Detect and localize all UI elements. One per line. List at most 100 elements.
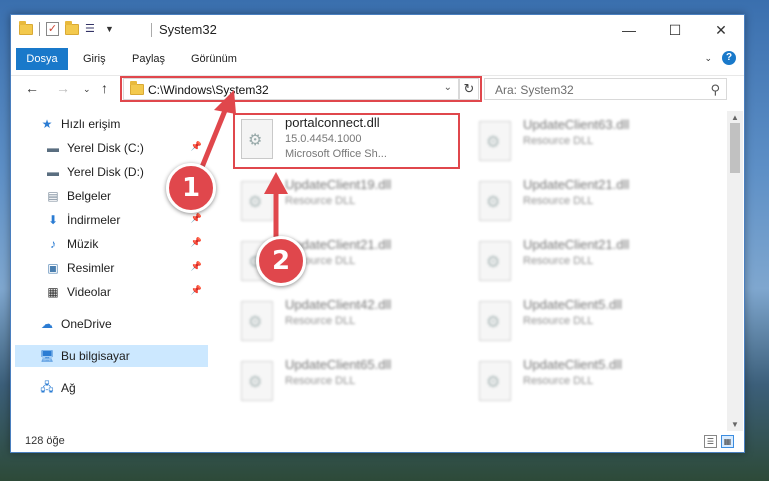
file-item[interactable]: UpdateClient21.dll Resource DLL <box>473 235 703 287</box>
pin-icon[interactable]: 📌 <box>191 237 202 248</box>
nav-item-network[interactable]: 🖧 Ağ <box>39 377 208 399</box>
list-properties-icon[interactable]: ☰ <box>85 23 99 35</box>
nav-item-label: Müzik <box>67 237 99 251</box>
documents-icon: ▤ <box>47 189 59 203</box>
callout-step-1: 1 <box>166 163 216 213</box>
nav-item-label: Yerel Disk (D:) <box>67 165 144 179</box>
dll-file-icon <box>479 301 511 341</box>
cloud-icon: ☁ <box>41 317 53 331</box>
vertical-scrollbar[interactable]: ▲ ▼ <box>727 111 743 431</box>
file-description: Resource DLL <box>285 375 356 387</box>
recent-locations-chevron-icon[interactable]: ⌄ <box>83 84 91 95</box>
dll-file-icon <box>479 241 511 281</box>
file-name: UpdateClient19.dll <box>285 177 392 192</box>
nav-item-label: Bu bilgisayar <box>61 349 130 363</box>
help-icon[interactable]: ? <box>722 51 736 65</box>
title-separator <box>151 23 152 37</box>
file-explorer-window: ✓ ☰ ▼ System32 — ☐ ✕ Dosya Giriş Paylaş … <box>10 14 745 453</box>
nav-item-label: Resimler <box>67 261 115 275</box>
toolbar-separator <box>39 22 40 36</box>
nav-item-videos[interactable]: ▦ Videolar 📌 <box>45 281 208 303</box>
folder-icon <box>19 20 33 35</box>
nav-item-downloads[interactable]: ⬇ İndirmeler 📌 <box>45 209 208 231</box>
file-description: Resource DLL <box>285 315 356 327</box>
scrollbar-thumb[interactable] <box>730 123 740 173</box>
computer-icon: 🖥 <box>39 349 55 363</box>
file-name: UpdateClient21.dll <box>523 177 630 192</box>
window-controls: — ☐ ✕ <box>606 15 744 45</box>
file-item[interactable]: UpdateClient19.dll Resource DLL <box>235 175 465 227</box>
music-icon: ♪ <box>50 237 56 251</box>
file-item[interactable]: UpdateClient21.dll Resource DLL <box>473 175 703 227</box>
expand-ribbon-chevron-icon[interactable]: ⌄ <box>704 53 712 64</box>
file-item[interactable]: UpdateClient42.dll Resource DLL <box>235 295 465 347</box>
nav-item-this-pc[interactable]: 🖥 Bu bilgisayar <box>15 345 208 367</box>
nav-item-music[interactable]: ♪ Müzik 📌 <box>45 233 208 255</box>
file-item[interactable]: UpdateClient5.dll Resource DLL <box>473 355 703 407</box>
customize-toolbar-chevron-icon[interactable]: ▼ <box>105 24 114 34</box>
tab-home[interactable]: Giriş <box>83 48 106 70</box>
file-highlight-box <box>233 113 460 169</box>
pin-icon[interactable]: 📌 <box>191 141 202 152</box>
nav-item-label: Hızlı erişim <box>61 117 121 131</box>
file-item[interactable]: UpdateClient65.dll Resource DLL <box>235 355 465 407</box>
file-description: Resource DLL <box>523 135 594 147</box>
search-icon[interactable]: ⚲ <box>710 82 720 98</box>
nav-item-label: Videolar <box>67 285 111 299</box>
callout-step-2: 2 <box>256 236 306 286</box>
maximize-button[interactable]: ☐ <box>652 15 698 45</box>
file-description: Resource DLL <box>523 375 594 387</box>
status-bar: 128 öğe ☰ ▦ <box>11 432 744 452</box>
dll-file-icon <box>241 301 273 341</box>
file-name: UpdateClient5.dll <box>523 357 623 372</box>
network-icon: 🖧 <box>40 379 54 394</box>
dll-file-icon <box>479 181 511 221</box>
details-view-icon[interactable]: ☰ <box>704 435 717 448</box>
dll-file-icon <box>241 181 273 221</box>
ribbon-tabs: Dosya Giriş Paylaş Görünüm ⌄ ? <box>11 48 744 70</box>
file-item[interactable]: UpdateClient63.dll Resource DLL <box>473 115 703 167</box>
back-arrow-icon[interactable]: ← <box>25 80 39 96</box>
search-placeholder: Ara: System32 <box>495 83 574 97</box>
nav-item-pictures[interactable]: ▣ Resimler 📌 <box>45 257 208 279</box>
nav-item-local-disk-c[interactable]: ▬ Yerel Disk (C:) 📌 <box>45 137 208 159</box>
tab-share[interactable]: Paylaş <box>132 48 165 70</box>
minimize-button[interactable]: — <box>606 15 652 45</box>
nav-item-onedrive[interactable]: ☁ OneDrive <box>39 313 208 335</box>
file-name: UpdateClient21.dll <box>523 237 630 252</box>
title-bar: ✓ ☰ ▼ System32 — ☐ ✕ <box>11 15 744 45</box>
scroll-up-icon[interactable]: ▲ <box>727 113 743 122</box>
file-description: Resource DLL <box>523 315 594 327</box>
pictures-icon: ▣ <box>47 261 59 275</box>
drive-icon: ▬ <box>47 165 59 179</box>
pin-icon[interactable]: 📌 <box>191 261 202 272</box>
tab-view[interactable]: Görünüm <box>191 48 237 70</box>
close-button[interactable]: ✕ <box>698 15 744 45</box>
quick-access-toolbar: ✓ ☰ ▼ <box>19 20 114 36</box>
pin-icon[interactable]: 📌 <box>191 213 202 224</box>
properties-check-icon[interactable]: ✓ <box>46 22 59 36</box>
video-icon: ▦ <box>47 285 59 299</box>
up-arrow-icon[interactable]: ↑ <box>101 80 108 96</box>
nav-item-label: Ağ <box>61 381 76 395</box>
nav-item-label: Belgeler <box>67 189 112 203</box>
file-item[interactable]: UpdateClient5.dll Resource DLL <box>473 295 703 347</box>
forward-arrow-icon[interactable]: → <box>56 80 70 96</box>
tab-file[interactable]: Dosya <box>16 48 68 70</box>
file-name: UpdateClient65.dll <box>285 357 392 372</box>
navigation-pane: ★ Hızlı erişim ▬ Yerel Disk (C:) 📌 ▬ Yer… <box>11 111 208 431</box>
search-input[interactable]: Ara: System32 ⚲ <box>484 78 727 100</box>
file-description: Resource DLL <box>523 195 594 207</box>
download-icon: ⬇ <box>47 213 59 227</box>
tiles-view-icon[interactable]: ▦ <box>721 435 734 448</box>
dll-file-icon <box>479 121 511 161</box>
ribbon-right-controls: ⌄ ? <box>704 51 736 65</box>
star-icon: ★ <box>41 117 53 131</box>
scroll-down-icon[interactable]: ▼ <box>727 420 743 429</box>
drive-icon: ▬ <box>47 141 59 155</box>
nav-item-quick-access[interactable]: ★ Hızlı erişim <box>39 113 208 135</box>
pin-icon[interactable]: 📌 <box>191 285 202 296</box>
new-folder-icon[interactable] <box>65 20 79 35</box>
nav-item-label: Yerel Disk (C:) <box>67 141 144 155</box>
file-name: UpdateClient5.dll <box>523 297 623 312</box>
